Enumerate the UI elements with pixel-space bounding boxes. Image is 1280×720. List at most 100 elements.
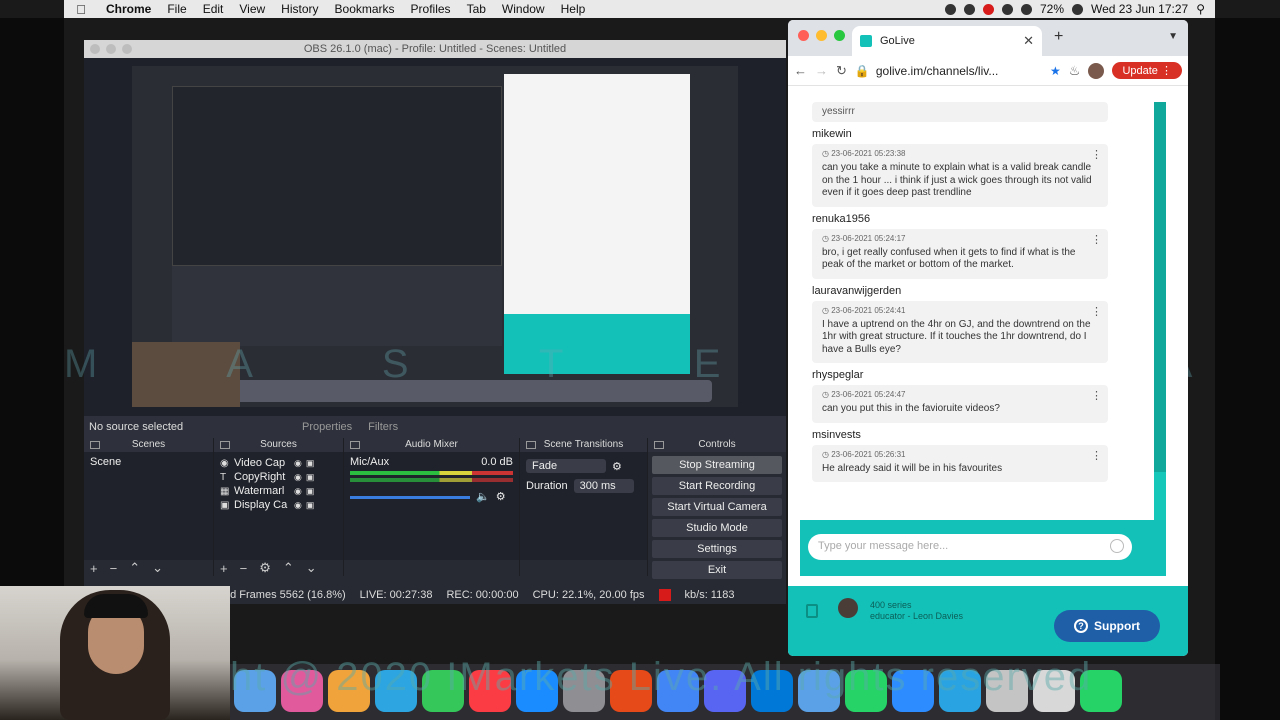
start-virtual-camera-button[interactable]: Start Virtual Camera xyxy=(652,498,782,516)
menu-file[interactable]: File xyxy=(159,2,194,16)
back-icon[interactable]: ← xyxy=(794,63,807,78)
zoom-icon[interactable] xyxy=(122,44,132,54)
transition-select[interactable]: Fade xyxy=(526,459,606,473)
message-more-icon[interactable]: ⋮ xyxy=(1091,148,1102,161)
filters-button[interactable]: Filters xyxy=(360,421,406,433)
extensions-icon[interactable]: ♨ xyxy=(1069,63,1081,79)
speaker-icon[interactable]: 🔈 xyxy=(476,490,490,503)
bookmark-star-icon[interactable]: ★ xyxy=(1050,64,1061,78)
chat-message-input[interactable]: Type your message here... xyxy=(808,534,1132,560)
remove-scene-icon[interactable]: − xyxy=(110,561,118,576)
menu-tab[interactable]: Tab xyxy=(459,2,494,16)
menu-edit[interactable]: Edit xyxy=(195,2,232,16)
battery-icon[interactable] xyxy=(1072,3,1084,15)
wifi-icon[interactable] xyxy=(1020,3,1032,15)
visibility-eye-icon[interactable]: ◉ xyxy=(294,500,302,511)
zoom-icon[interactable] xyxy=(834,30,845,41)
stream-health-icon xyxy=(658,589,671,601)
lock-icon[interactable]: ▣ xyxy=(306,486,315,497)
chat-text: can you take a minute to explain what is… xyxy=(822,162,1092,198)
menu-history[interactable]: History xyxy=(273,2,326,16)
dock-float-icon[interactable] xyxy=(526,441,536,449)
status-app-icon[interactable] xyxy=(963,3,975,15)
chat-scrollbar[interactable] xyxy=(1154,102,1166,520)
exit-button[interactable]: Exit xyxy=(652,561,782,579)
properties-button[interactable]: Properties xyxy=(294,421,360,433)
source-row[interactable]: ▣ Display Ca ◉ ▣ xyxy=(220,498,337,512)
menu-bookmarks[interactable]: Bookmarks xyxy=(327,2,403,16)
apple-menu-icon[interactable]:  xyxy=(64,2,98,17)
visibility-eye-icon[interactable]: ◉ xyxy=(294,486,302,497)
close-icon[interactable] xyxy=(798,30,809,41)
message-more-icon[interactable]: ⋮ xyxy=(1091,305,1102,318)
spotlight-search-icon[interactable]: ⚲ xyxy=(1196,2,1205,16)
menu-view[interactable]: View xyxy=(231,2,273,16)
chat-message-list[interactable]: yessirrr mikewin ◷ 23-06-2021 05:23:38 c… xyxy=(800,86,1166,520)
document-icon[interactable] xyxy=(806,604,818,618)
source-settings-gear-icon[interactable]: ⚙ xyxy=(259,560,271,576)
scene-item[interactable]: Scene xyxy=(90,456,207,468)
emoji-icon[interactable] xyxy=(1110,539,1124,553)
minimize-icon[interactable] xyxy=(816,30,827,41)
chat-scrollbar-thumb[interactable] xyxy=(1154,472,1166,520)
visibility-eye-icon[interactable]: ◉ xyxy=(294,458,302,469)
reload-icon[interactable]: ↻ xyxy=(836,63,847,79)
dock-float-icon[interactable] xyxy=(220,441,230,449)
obs-title-bar[interactable]: OBS 26.1.0 (mac) - Profile: Untitled - S… xyxy=(84,40,786,58)
dock-float-icon[interactable] xyxy=(90,441,100,449)
menubar-clock[interactable]: Wed 23 Jun 17:27 xyxy=(1091,2,1188,16)
tab-search-icon[interactable]: ▼ xyxy=(1168,31,1178,42)
status-app-icon[interactable] xyxy=(944,3,956,15)
profile-avatar[interactable] xyxy=(1088,62,1105,79)
tab-close-icon[interactable]: ✕ xyxy=(1023,33,1034,49)
source-row[interactable]: ▦ Watermarl ◉ ▣ xyxy=(220,484,337,498)
battery-percent[interactable]: 72% xyxy=(1040,2,1064,16)
volume-slider[interactable] xyxy=(350,496,470,499)
chat-bubble: ◷ 23-06-2021 05:23:38 can you take a min… xyxy=(812,144,1108,207)
dock-float-icon[interactable] xyxy=(654,441,664,449)
source-row[interactable]: T CopyRight ◉ ▣ xyxy=(220,470,337,484)
record-status-icon[interactable] xyxy=(982,3,994,15)
duration-input[interactable]: 300 ms xyxy=(573,479,634,493)
add-scene-icon[interactable]: + xyxy=(90,561,98,576)
studio-mode-button[interactable]: Studio Mode xyxy=(652,519,782,537)
text-icon: T xyxy=(220,471,227,483)
remove-source-icon[interactable]: − xyxy=(240,561,248,576)
stop-streaming-button[interactable]: Stop Streaming xyxy=(652,456,782,474)
move-down-icon[interactable]: ⌄ xyxy=(306,560,317,576)
tab-golive[interactable]: GoLive ✕ xyxy=(852,26,1042,56)
dock-float-icon[interactable] xyxy=(350,441,360,449)
move-up-icon[interactable]: ⌃ xyxy=(129,560,140,576)
add-source-icon[interactable]: + xyxy=(220,561,228,576)
move-up-icon[interactable]: ⌃ xyxy=(283,560,294,576)
new-tab-icon[interactable]: + xyxy=(1054,28,1063,46)
message-more-icon[interactable]: ⋮ xyxy=(1091,389,1102,402)
menu-profiles[interactable]: Profiles xyxy=(403,2,459,16)
message-more-icon[interactable]: ⋮ xyxy=(1091,233,1102,246)
start-recording-button[interactable]: Start Recording xyxy=(652,477,782,495)
lock-icon[interactable]: ▣ xyxy=(306,458,315,469)
visibility-eye-icon[interactable]: ◉ xyxy=(294,472,302,483)
source-row[interactable]: ◉ Video Cap ◉ ▣ xyxy=(220,456,337,470)
mixer-gear-icon[interactable]: ⚙ xyxy=(496,490,506,503)
lock-icon[interactable]: ▣ xyxy=(306,472,315,483)
no-source-label: No source selected xyxy=(89,421,184,433)
tab-title: GoLive xyxy=(880,35,915,47)
support-button[interactable]: ? Support xyxy=(1054,610,1160,642)
close-icon[interactable] xyxy=(90,44,100,54)
update-button[interactable]: Update ⋮ xyxy=(1112,62,1182,79)
address-bar[interactable]: 🔒 golive.im/channels/liv... ★ xyxy=(855,64,1061,78)
move-down-icon[interactable]: ⌄ xyxy=(152,560,163,576)
menu-app-name[interactable]: Chrome xyxy=(98,2,159,16)
menu-window[interactable]: Window xyxy=(494,2,553,16)
chat-timestamp: ◷ 23-06-2021 05:24:17 xyxy=(822,233,906,243)
transition-gear-icon[interactable]: ⚙ xyxy=(612,460,622,473)
lock-icon[interactable]: ▣ xyxy=(306,500,315,511)
menu-help[interactable]: Help xyxy=(553,2,594,16)
settings-button[interactable]: Settings xyxy=(652,540,782,558)
bluetooth-icon[interactable] xyxy=(1001,3,1013,15)
forward-icon[interactable]: → xyxy=(815,63,828,78)
message-more-icon[interactable]: ⋮ xyxy=(1091,449,1102,462)
chat-timestamp: ◷ 23-06-2021 05:23:38 xyxy=(822,149,906,158)
minimize-icon[interactable] xyxy=(106,44,116,54)
